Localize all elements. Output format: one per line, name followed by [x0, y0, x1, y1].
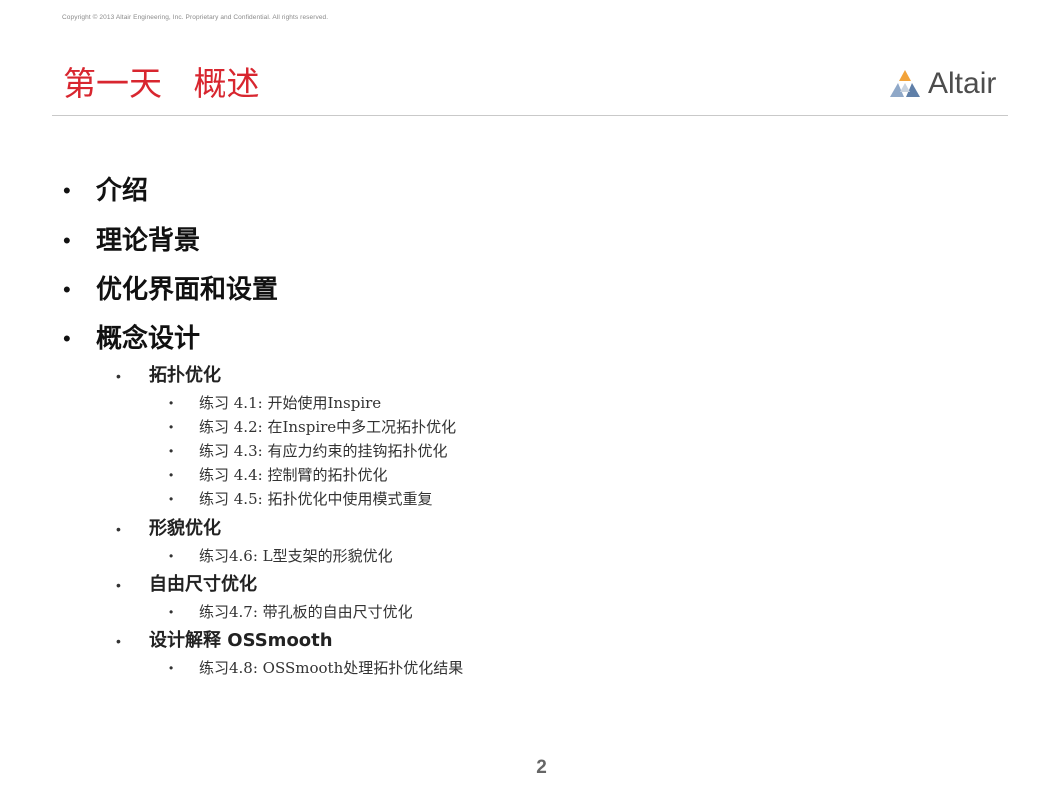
- bullet-dot: •: [169, 492, 174, 506]
- bullet-dot: •: [116, 577, 121, 593]
- bullet-dot: •: [63, 326, 71, 351]
- bullet-dot: •: [169, 420, 174, 434]
- page-number: 2: [536, 757, 547, 778]
- bullet-dot: •: [116, 368, 121, 384]
- outline-item-concept-design: 概念设计: [96, 324, 201, 354]
- bullet-dot: •: [63, 277, 71, 302]
- altair-logo: Altair: [888, 66, 996, 102]
- subitem-topography: 形貌优化: [149, 518, 221, 539]
- altair-logo-text: Altair: [928, 67, 997, 100]
- bullet-dot: •: [63, 178, 71, 203]
- outline-item-interface: 优化界面和设置: [96, 275, 279, 305]
- bullet-dot: •: [169, 396, 174, 410]
- exercise-4-8: 练习4.8: OSSmooth处理拓扑优化结果: [199, 659, 464, 677]
- exercise-4-6: 练习4.6: L型支架的形貌优化: [199, 547, 393, 565]
- exercise-4-5: 练习 4.5: 拓扑优化中使用模式重复: [199, 490, 433, 508]
- bullet-dot: •: [169, 468, 174, 482]
- bullet-dot: •: [63, 228, 71, 253]
- exercise-4-4: 练习 4.4: 控制臂的拓扑优化: [199, 466, 388, 484]
- bullet-dot: •: [169, 549, 174, 563]
- bullet-dot: •: [169, 444, 174, 458]
- subitem-free-size: 自由尺寸优化: [149, 574, 257, 595]
- outline-item-theory: 理论背景: [96, 226, 201, 256]
- altair-logo-icon: [890, 70, 920, 97]
- bullet-dot: •: [116, 633, 121, 649]
- exercise-4-7: 练习4.7: 带孔板的自由尺寸优化: [199, 603, 413, 621]
- slide-title: 第一天 概述: [63, 64, 260, 103]
- bullet-dot: •: [116, 521, 121, 537]
- exercise-4-2: 练习 4.2: 在Inspire中多工况拓扑优化: [199, 418, 457, 436]
- copyright-notice: Copyright © 2013 Altair Engineering, Inc…: [62, 14, 329, 21]
- bullet-dot: •: [169, 605, 174, 619]
- outline-item-intro: 介绍: [96, 176, 149, 206]
- bullet-dot: •: [169, 661, 174, 675]
- header-divider: [52, 115, 1008, 116]
- subitem-ossmooth: 设计解释 OSSmooth: [149, 630, 333, 651]
- exercise-4-1: 练习 4.1: 开始使用Inspire: [199, 394, 382, 412]
- subitem-topology: 拓扑优化: [149, 365, 221, 386]
- exercise-4-3: 练习 4.3: 有应力约束的挂钩拓扑优化: [199, 442, 448, 460]
